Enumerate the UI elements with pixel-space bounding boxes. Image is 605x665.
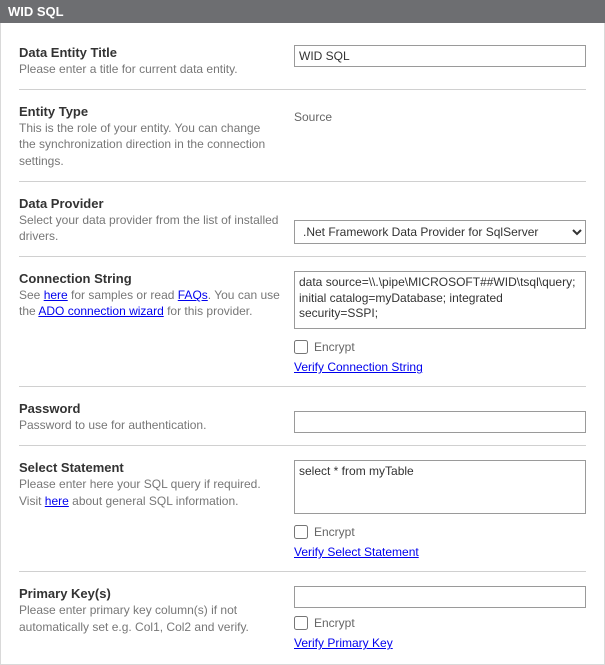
connection-string-encrypt-checkbox[interactable]	[294, 340, 308, 354]
data-entity-title-desc: Please enter a title for current data en…	[19, 61, 280, 77]
password-input[interactable]	[294, 411, 586, 433]
section-primary-keys: Primary Key(s) Please enter primary key …	[19, 582, 586, 656]
entity-type-value: Source	[294, 106, 586, 128]
data-provider-label: Data Provider	[19, 196, 280, 211]
verify-primary-key-link[interactable]: Verify Primary Key	[294, 636, 393, 650]
connection-string-label: Connection String	[19, 271, 280, 286]
select-statement-encrypt-checkbox[interactable]	[294, 525, 308, 539]
entity-type-label: Entity Type	[19, 104, 280, 119]
password-label: Password	[19, 401, 280, 416]
password-desc: Password to use for authentication.	[19, 417, 280, 433]
data-entity-title-input[interactable]	[294, 45, 586, 67]
connection-string-faqs-link[interactable]: FAQs	[178, 288, 208, 302]
primary-keys-encrypt-label: Encrypt	[314, 616, 355, 630]
primary-keys-encrypt-checkbox[interactable]	[294, 616, 308, 630]
primary-keys-desc: Please enter primary key column(s) if no…	[19, 602, 280, 634]
select-statement-desc: Please enter here your SQL query if requ…	[19, 476, 280, 508]
content-panel: Data Entity Title Please enter a title f…	[0, 23, 605, 665]
select-statement-encrypt-label: Encrypt	[314, 525, 355, 539]
primary-keys-label: Primary Key(s)	[19, 586, 280, 601]
data-provider-select[interactable]: .Net Framework Data Provider for SqlServ…	[294, 220, 586, 244]
verify-connection-string-link[interactable]: Verify Connection String	[294, 360, 423, 374]
section-data-provider: Data Provider Select your data provider …	[19, 192, 586, 257]
section-entity-type: Entity Type This is the role of your ent…	[19, 100, 586, 182]
window-title: WID SQL	[8, 4, 64, 19]
window-titlebar: WID SQL	[0, 0, 605, 23]
data-provider-desc: Select your data provider from the list …	[19, 212, 280, 244]
section-data-entity-title: Data Entity Title Please enter a title f…	[19, 41, 586, 90]
connection-string-input[interactable]: data source=\\.\pipe\MICROSOFT##WID\tsql…	[294, 271, 586, 329]
entity-type-desc: This is the role of your entity. You can…	[19, 120, 280, 169]
verify-select-statement-link[interactable]: Verify Select Statement	[294, 545, 419, 559]
data-entity-title-label: Data Entity Title	[19, 45, 280, 60]
connection-string-here-link[interactable]: here	[44, 288, 68, 302]
select-statement-label: Select Statement	[19, 460, 280, 475]
select-statement-input[interactable]: select * from myTable	[294, 460, 586, 514]
connection-string-encrypt-label: Encrypt	[314, 340, 355, 354]
select-statement-here-link[interactable]: here	[45, 494, 69, 508]
section-select-statement: Select Statement Please enter here your …	[19, 456, 586, 572]
connection-string-wizard-link[interactable]: ADO connection wizard	[38, 304, 163, 318]
connection-string-desc: See here for samples or read FAQs. You c…	[19, 287, 280, 319]
primary-keys-input[interactable]	[294, 586, 586, 608]
section-password: Password Password to use for authenticat…	[19, 397, 586, 446]
section-connection-string: Connection String See here for samples o…	[19, 267, 586, 387]
